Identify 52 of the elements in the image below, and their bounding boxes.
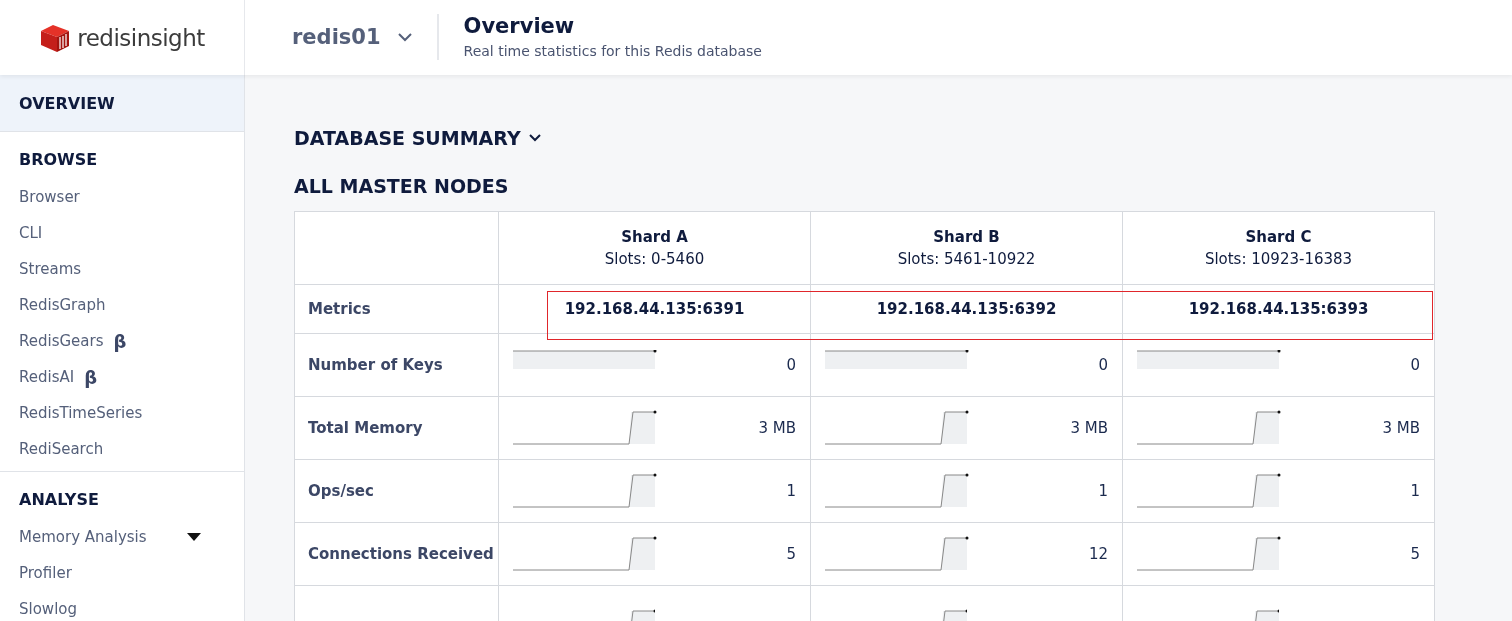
row-label: Total Memory — [294, 396, 499, 460]
metric-value: 3 MB — [1070, 419, 1108, 437]
nav-item[interactable]: RedisTimeSeries — [0, 395, 244, 431]
metric-value: 1 — [786, 482, 796, 500]
metric-value: 0 — [1410, 356, 1420, 374]
chevron-down-icon — [528, 134, 541, 142]
row-label: Metrics — [294, 284, 499, 334]
row-label: Ops/sec — [294, 459, 499, 523]
shard-name: Shard B — [932, 227, 1001, 248]
metric-value: 3 MB — [758, 419, 796, 437]
caret-down-icon[interactable] — [187, 533, 201, 541]
database-selector[interactable]: redis01 — [245, 14, 439, 60]
database-summary-toggle[interactable]: DATABASE SUMMARY — [294, 127, 541, 149]
nav-item[interactable]: CLI — [0, 215, 244, 251]
shard-slots: Slots: 5461-10922 — [825, 248, 1108, 270]
nav-item[interactable]: Streams — [0, 251, 244, 287]
metric-value: 12 — [1088, 545, 1108, 563]
chevron-down-icon — [396, 32, 413, 42]
node-address: 192.168.44.135:6393 — [1122, 284, 1435, 334]
nav-item[interactable]: RedisGears — [19, 332, 104, 350]
metric-value: 5 — [786, 545, 796, 563]
node-address: 192.168.44.135:6392 — [810, 284, 1123, 334]
metric-value: 1 — [1410, 482, 1420, 500]
metric-value: 3 MB — [1382, 419, 1420, 437]
page-subtitle: Real time statistics for this Redis database — [463, 43, 762, 59]
logo-icon — [39, 22, 72, 53]
beta-label: β — [84, 366, 98, 388]
section-title: ALL MASTER NODES — [294, 175, 510, 197]
metric-value: 0 — [1098, 356, 1108, 374]
row-label: Connections Received — [294, 522, 499, 586]
row-label: Number of Keys — [294, 333, 499, 397]
shard-slots: Slots: 10923-16383 — [1137, 248, 1420, 270]
nav-item[interactable]: Slowlog — [0, 591, 244, 621]
metric-value: 1 — [1098, 482, 1108, 500]
nav-item[interactable]: Browser — [0, 179, 244, 215]
nav-item[interactable]: RedisAI — [19, 368, 75, 386]
nav-item[interactable]: RediSearch — [0, 431, 244, 467]
node-address: 192.168.44.135:6391 — [498, 284, 811, 334]
nav-item[interactable]: OVERVIEW — [0, 75, 244, 132]
logo-text: redisinsight — [77, 24, 205, 51]
nav-item[interactable]: RedisGraph — [0, 287, 244, 323]
section-heading: ANALYSE — [18, 489, 100, 511]
metric-value: 0 — [786, 356, 796, 374]
section-heading: BROWSE — [18, 149, 99, 171]
beta-label: β — [113, 330, 127, 352]
shard-name: Shard C — [1244, 227, 1313, 248]
page-title: Overview — [463, 14, 576, 38]
metric-value: 5 — [1410, 545, 1420, 563]
nav-item[interactable]: Memory Analysis — [19, 528, 147, 546]
shard-name: Shard A — [620, 227, 689, 248]
nav-item[interactable]: Profiler — [0, 555, 244, 591]
shard-slots: Slots: 0-5460 — [513, 248, 796, 270]
